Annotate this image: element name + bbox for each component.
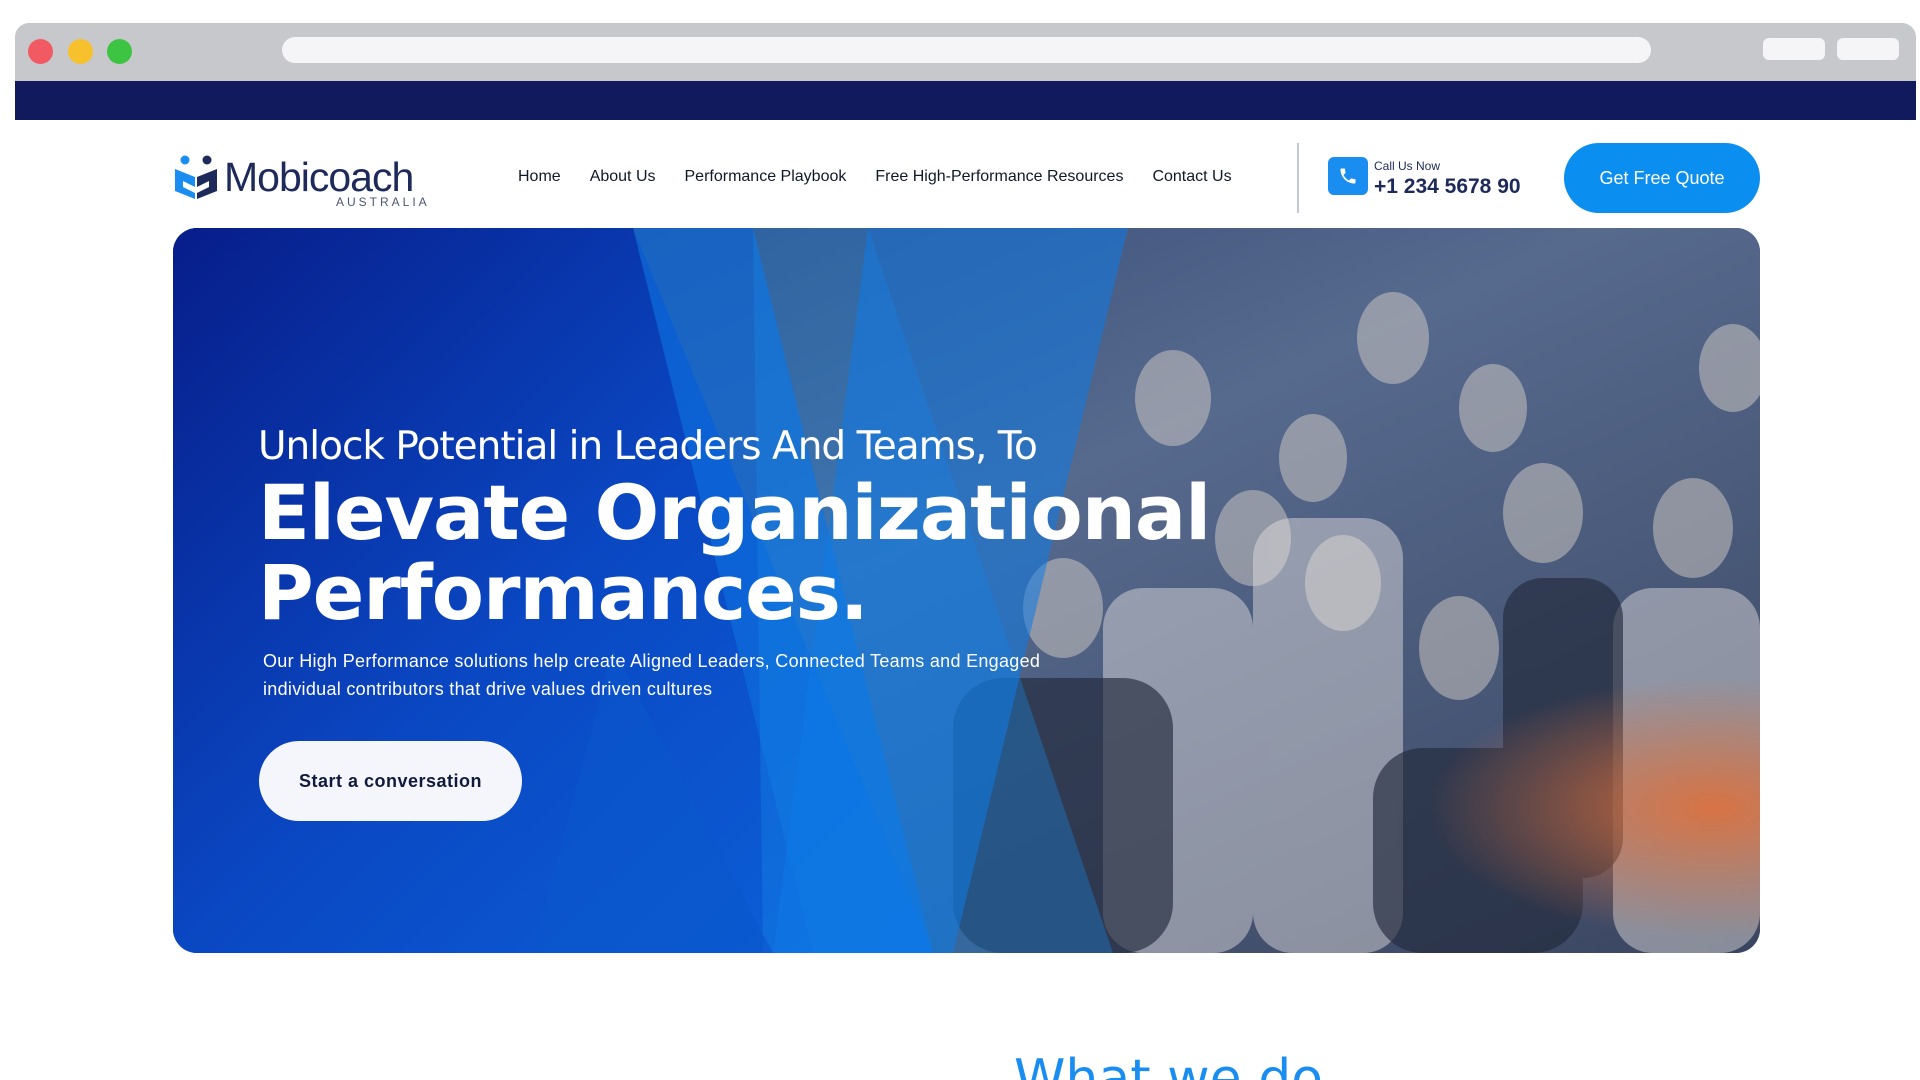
browser-window [15, 23, 1916, 120]
main-nav: Home About Us Performance Playbook Free … [518, 168, 1261, 186]
nav-item-contact-us[interactable]: Contact Us [1152, 168, 1231, 186]
maximize-window-button[interactable] [107, 39, 132, 64]
address-bar[interactable] [282, 37, 1651, 63]
call-us-label: Call Us Now [1374, 159, 1441, 173]
logo-mark-icon [175, 155, 217, 199]
nav-item-home[interactable]: Home [518, 168, 561, 186]
hero-banner: Unlock Potential in Leaders And Teams, T… [173, 228, 1760, 953]
browser-toolbar [15, 23, 1916, 81]
hero-description: Our High Performance solutions help crea… [263, 651, 1041, 699]
header-divider [1297, 143, 1299, 213]
hero-title-line-1: Elevate Organizational [258, 468, 1211, 557]
hero-text-block: Unlock Potential in Leaders And Teams, T… [258, 424, 1211, 703]
logo-wordmark: Mobicoach [224, 154, 414, 200]
logo-subtitle: AUSTRALIA [336, 195, 430, 209]
nav-item-free-resources[interactable]: Free High-Performance Resources [875, 168, 1123, 186]
nav-item-performance-playbook[interactable]: Performance Playbook [685, 168, 847, 186]
site-top-bar [15, 81, 1916, 120]
site-logo[interactable]: Mobicoach AUSTRALIA [173, 149, 443, 209]
start-conversation-button[interactable]: Start a conversation [259, 741, 522, 821]
phone-icon-box[interactable] [1328, 157, 1368, 195]
section-heading: What we do [1014, 1049, 1324, 1080]
get-free-quote-button[interactable]: Get Free Quote [1564, 143, 1760, 213]
close-window-button[interactable] [28, 39, 53, 64]
phone-number[interactable]: +1 234 5678 90 [1374, 175, 1521, 199]
browser-action-button[interactable] [1763, 38, 1825, 60]
minimize-window-button[interactable] [68, 39, 93, 64]
hero-title: Elevate Organizational Performances. [258, 468, 1211, 637]
hero-kicker: Unlock Potential in Leaders And Teams, T… [258, 424, 1038, 469]
browser-action-button[interactable] [1837, 38, 1899, 60]
phone-icon [1340, 168, 1356, 184]
hero-title-line-2: Performances. [258, 548, 869, 637]
site-header: Mobicoach AUSTRALIA Home About Us Perfor… [173, 143, 1760, 213]
nav-item-about-us[interactable]: About Us [590, 168, 656, 186]
